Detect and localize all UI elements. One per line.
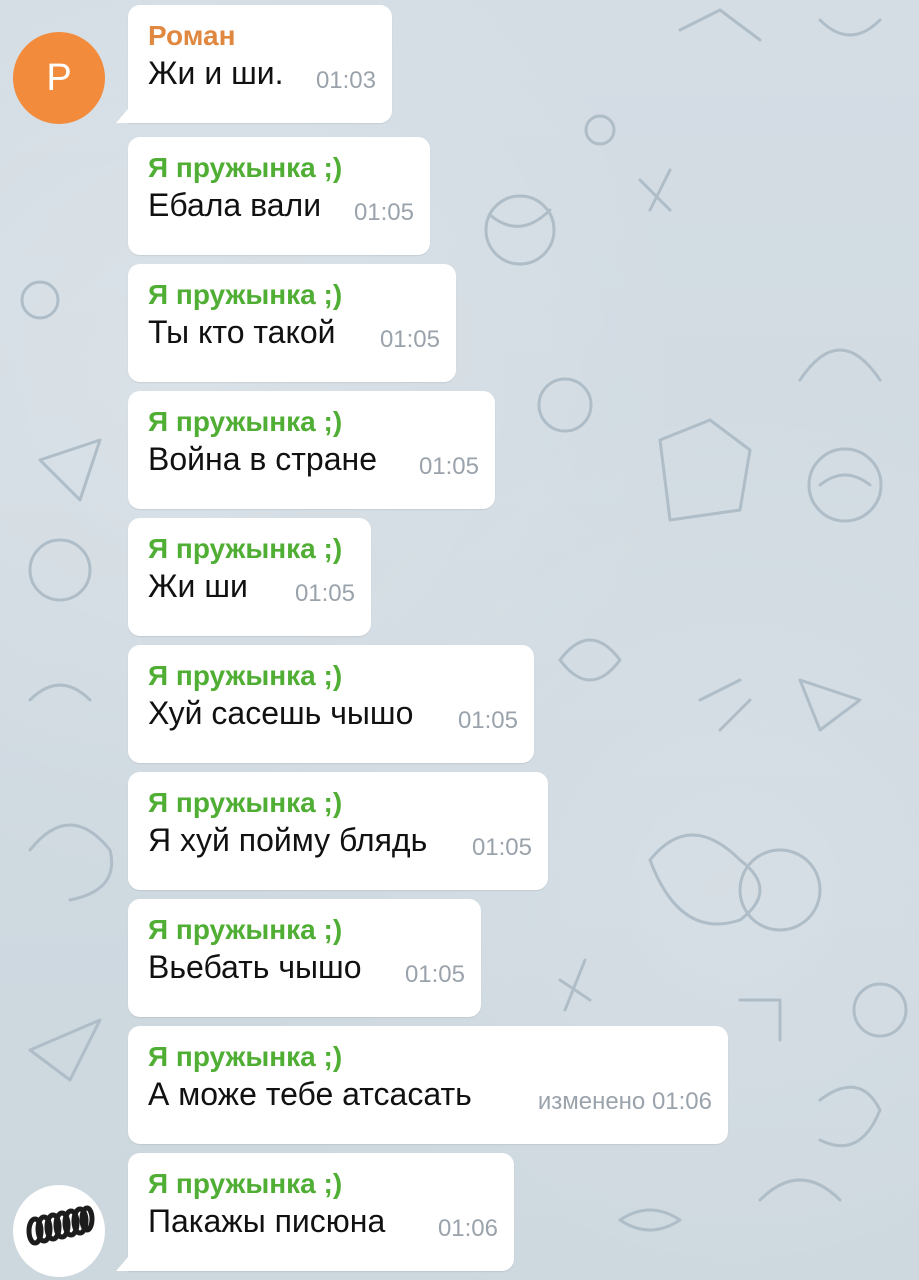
message-text: Я хуй пойму блядь (148, 822, 428, 858)
sender-name[interactable]: Я пружынка ;) (148, 1167, 494, 1201)
message-time: 01:05 (404, 961, 465, 988)
message-body: Хуй сасешь чышо 01:05 (148, 693, 518, 747)
message-bubble[interactable]: Я пружынка ;) Война в стране 01:05 (128, 391, 495, 509)
sender-name[interactable]: Я пружынка ;) (148, 532, 351, 566)
message-text: Ебала вали (148, 187, 322, 223)
message-body: Ты кто такой 01:05 (148, 312, 440, 366)
avatar-roman[interactable]: Р (13, 32, 105, 124)
sender-name[interactable]: Я пружынка ;) (148, 278, 436, 312)
message-body: Жи ши 01:05 (148, 566, 355, 620)
sender-name[interactable]: Я пружынка ;) (148, 1040, 708, 1074)
message-text: Пакажы писюна (148, 1203, 386, 1239)
message-body: Жи и ши. 01:03 (148, 53, 376, 107)
avatar-pruzhynka[interactable] (13, 1185, 105, 1277)
sender-name[interactable]: Я пружынка ;) (148, 913, 461, 947)
sender-name[interactable]: Я пружынка ;) (148, 659, 514, 693)
message-text: Война в стране (148, 441, 377, 477)
message-bubble[interactable]: Я пружынка ;) Пакажы писюна 01:06 (116, 1153, 514, 1271)
message-bubble[interactable]: Я пружынка ;) Ты кто такой 01:05 (128, 264, 456, 382)
message-bubble[interactable]: Я пружынка ;) А може тебе атсасать измен… (128, 1026, 728, 1144)
message-bubble[interactable]: Я пружынка ;) Хуй сасешь чышо 01:05 (128, 645, 534, 763)
message-time: 01:05 (294, 580, 355, 607)
message-body: Я хуй пойму блядь 01:05 (148, 820, 532, 874)
message-text: А може тебе атсасать (148, 1076, 472, 1112)
message-bubble[interactable]: Я пружынка ;) Ебала вали 01:05 (128, 137, 430, 255)
sender-name[interactable]: Я пружынка ;) (148, 405, 475, 439)
message-bubble[interactable]: Я пружынка ;) Я хуй пойму блядь 01:05 (128, 772, 548, 890)
message-time: 01:03 (315, 67, 376, 94)
message-text: Хуй сасешь чышо (148, 695, 414, 731)
message-time: 01:05 (457, 707, 518, 734)
message-bubble[interactable]: Я пружынка ;) Жи ши 01:05 (128, 518, 371, 636)
message-bubble[interactable]: Я пружынка ;) Вьебать чышо 01:05 (128, 899, 481, 1017)
message-body: Пакажы писюна 01:06 (148, 1201, 498, 1255)
message-text: Жи ши (148, 568, 248, 604)
message-body: Война в стране 01:05 (148, 439, 479, 493)
message-text: Ты кто такой (148, 314, 336, 350)
sender-name[interactable]: Я пружынка ;) (148, 151, 410, 185)
message-bubble[interactable]: Роман Жи и ши. 01:03 (116, 5, 392, 123)
message-time: 01:05 (353, 199, 414, 226)
message-time: 01:06 (437, 1215, 498, 1242)
message-time: 01:05 (418, 453, 479, 480)
sender-name[interactable]: Роман (148, 19, 372, 53)
message-time: 01:05 (379, 326, 440, 353)
message-text: Жи и ши. (148, 55, 284, 91)
message-time: изменено 01:06 (537, 1088, 712, 1115)
message-time: 01:05 (471, 834, 532, 861)
spring-icon (26, 1205, 95, 1246)
message-body: А може тебе атсасать изменено 01:06 (148, 1074, 712, 1128)
message-body: Вьебать чышо 01:05 (148, 947, 465, 1001)
message-text: Вьебать чышо (148, 949, 362, 985)
message-body: Ебала вали 01:05 (148, 185, 414, 239)
sender-name[interactable]: Я пружынка ;) (148, 786, 528, 820)
